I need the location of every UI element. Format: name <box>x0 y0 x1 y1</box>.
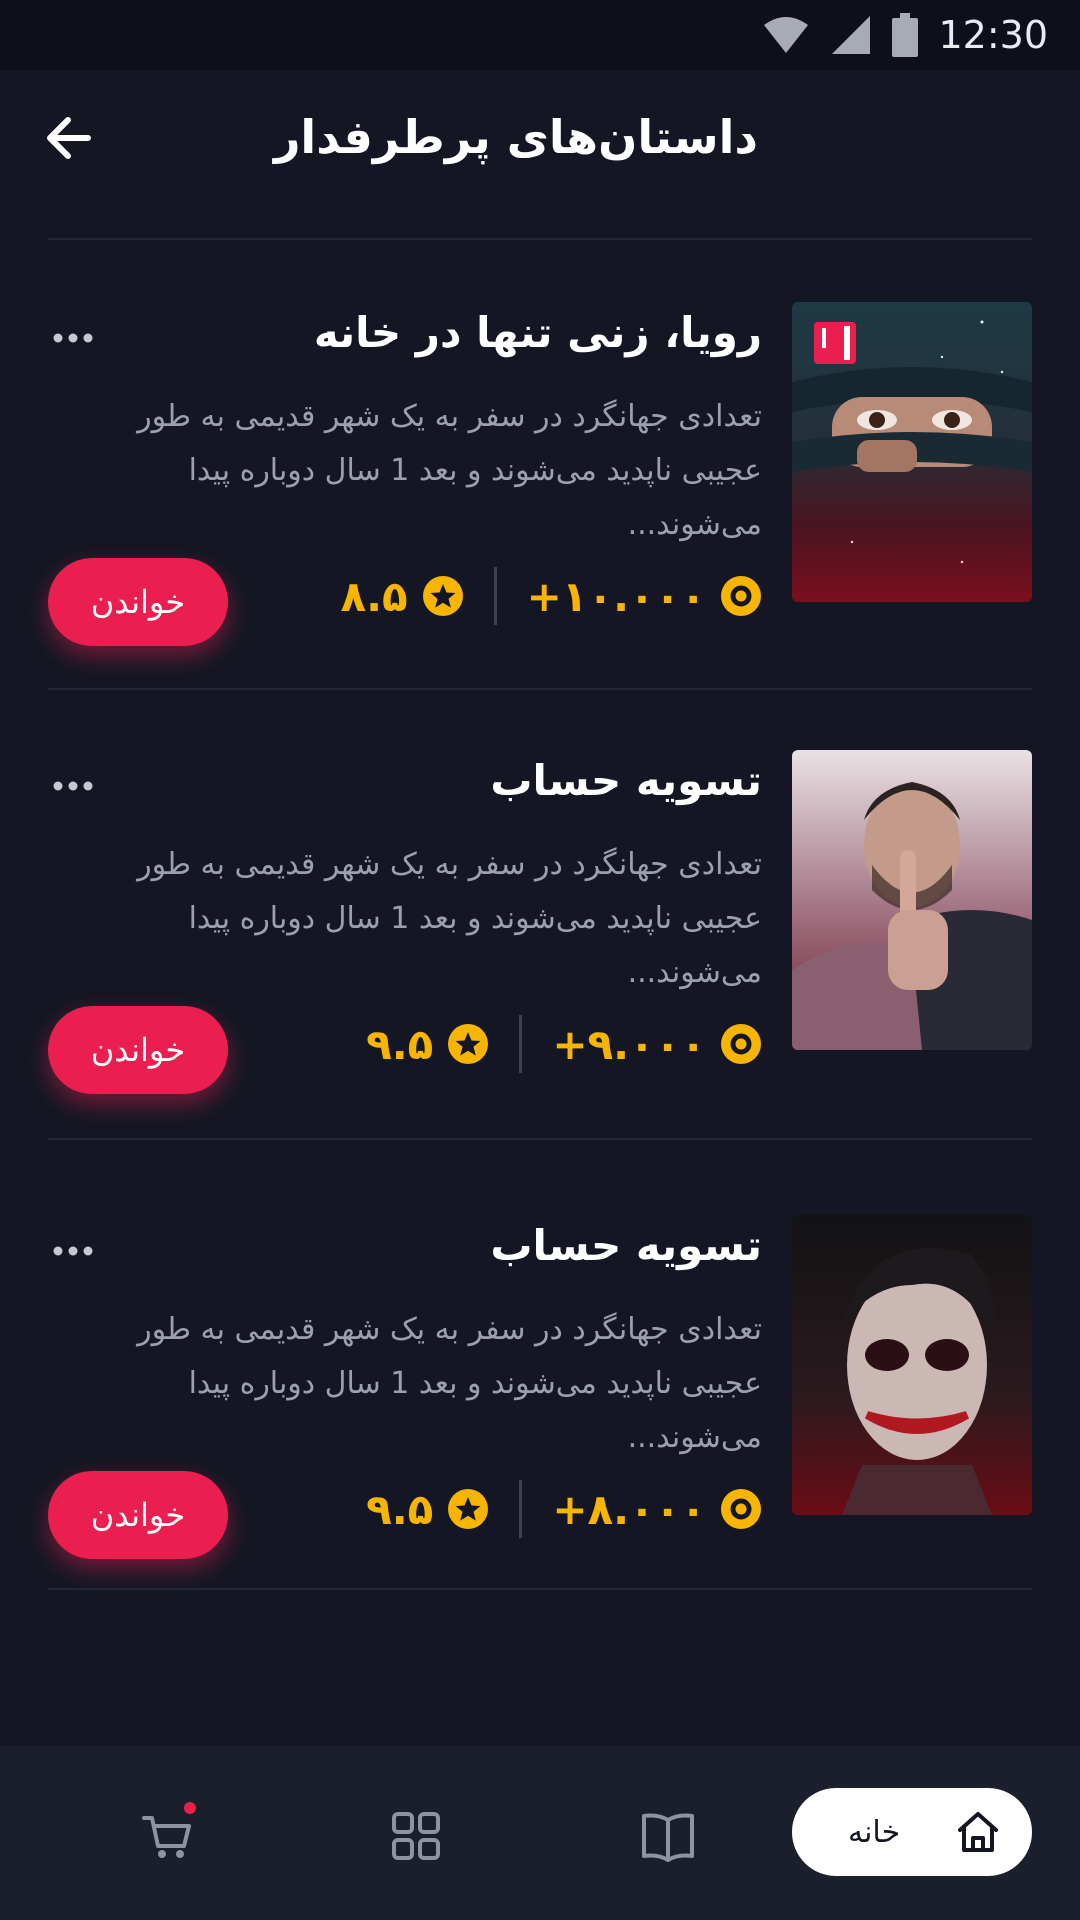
nav-home-button[interactable]: خانه <box>792 1788 1032 1876</box>
rating-value: ۹.۵ <box>366 1019 434 1069</box>
rating-value: ۸.۵ <box>340 571 408 621</box>
story-cover-image[interactable] <box>792 750 1032 1050</box>
stat-separator <box>493 567 497 625</box>
cart-button[interactable] <box>138 1802 198 1866</box>
cart-notification-dot <box>184 1802 196 1814</box>
divider <box>48 688 1032 690</box>
story-description: تعدادی جهانگرد در سفر به یک شهر قدیمی به… <box>137 847 762 990</box>
grid-icon[interactable] <box>386 1806 446 1866</box>
rating-value: ۹.۵ <box>366 1484 434 1534</box>
read-button[interactable]: خواندن <box>48 1006 228 1094</box>
views: +۱۰.۰۰۰ <box>527 572 762 621</box>
book-badge-icon <box>814 322 856 364</box>
story-card: تسویه حساب تعدادی جهانگرد در سفر به یک ش… <box>0 1215 1080 1559</box>
story-stats: ۹.۵ +۸.۰۰۰ <box>366 1480 762 1538</box>
story-description: تعدادی جهانگرد در سفر به یک شهر قدیمی به… <box>137 399 762 542</box>
divider <box>48 238 1032 240</box>
book-icon[interactable] <box>638 1806 698 1866</box>
story-card: تسویه حساب تعدادی جهانگرد در سفر به یک ش… <box>0 750 1080 1094</box>
status-bar: 12:30 <box>0 0 1080 70</box>
arrow-left-icon[interactable] <box>40 108 100 168</box>
more-options-icon[interactable] <box>52 1245 94 1257</box>
star-icon <box>448 1489 489 1529</box>
star-icon <box>448 1024 489 1064</box>
wifi-icon <box>764 17 809 53</box>
read-button[interactable]: خواندن <box>48 558 228 646</box>
rating: ۹.۵ <box>366 1485 489 1534</box>
battery-icon <box>892 13 919 57</box>
cart-icon <box>142 1816 191 1858</box>
views-value: +۸.۰۰۰ <box>552 1484 706 1534</box>
page-title: داستان‌های پرطرفدار <box>273 110 758 164</box>
views-value: +۱۰.۰۰۰ <box>526 571 706 621</box>
more-options-icon[interactable] <box>52 332 94 344</box>
story-card: رویا، زنی تنها در خانه تعدادی جهانگرد در… <box>0 302 1080 646</box>
eye-icon <box>721 1489 761 1529</box>
bottom-navigation: خانه <box>0 1746 1080 1920</box>
nav-home-label: خانه <box>848 1814 901 1850</box>
story-title: تسویه حساب <box>490 756 762 805</box>
more-options-icon[interactable] <box>52 780 94 792</box>
eye-icon <box>721 1024 761 1064</box>
story-description: تعدادی جهانگرد در سفر به یک شهر قدیمی به… <box>137 1312 762 1455</box>
star-icon <box>422 576 463 616</box>
views: +۹.۰۰۰ <box>552 1020 762 1069</box>
divider <box>48 1588 1032 1590</box>
story-stats: ۸.۵ +۱۰.۰۰۰ <box>340 567 762 625</box>
status-time: 12:30 <box>938 13 1048 57</box>
cellular-signal-icon <box>832 16 871 54</box>
story-cover-image[interactable] <box>792 1215 1032 1515</box>
views-value: +۹.۰۰۰ <box>552 1019 706 1069</box>
rating: ۸.۵ <box>340 572 463 621</box>
views: +۸.۰۰۰ <box>552 1485 762 1534</box>
header: داستان‌های پرطرفدار <box>0 70 1080 240</box>
story-title: تسویه حساب <box>490 1221 762 1270</box>
stat-separator <box>519 1015 523 1073</box>
status-icons: 12:30 <box>762 10 1048 60</box>
stat-separator <box>519 1480 523 1538</box>
story-stats: ۹.۵ +۹.۰۰۰ <box>366 1015 762 1073</box>
read-button[interactable]: خواندن <box>48 1471 228 1559</box>
story-cover-image[interactable] <box>792 302 1032 602</box>
divider <box>48 1138 1032 1140</box>
story-title: رویا، زنی تنها در خانه <box>313 308 762 357</box>
rating: ۹.۵ <box>366 1020 489 1069</box>
home-icon <box>958 1812 998 1852</box>
eye-icon <box>721 576 761 616</box>
